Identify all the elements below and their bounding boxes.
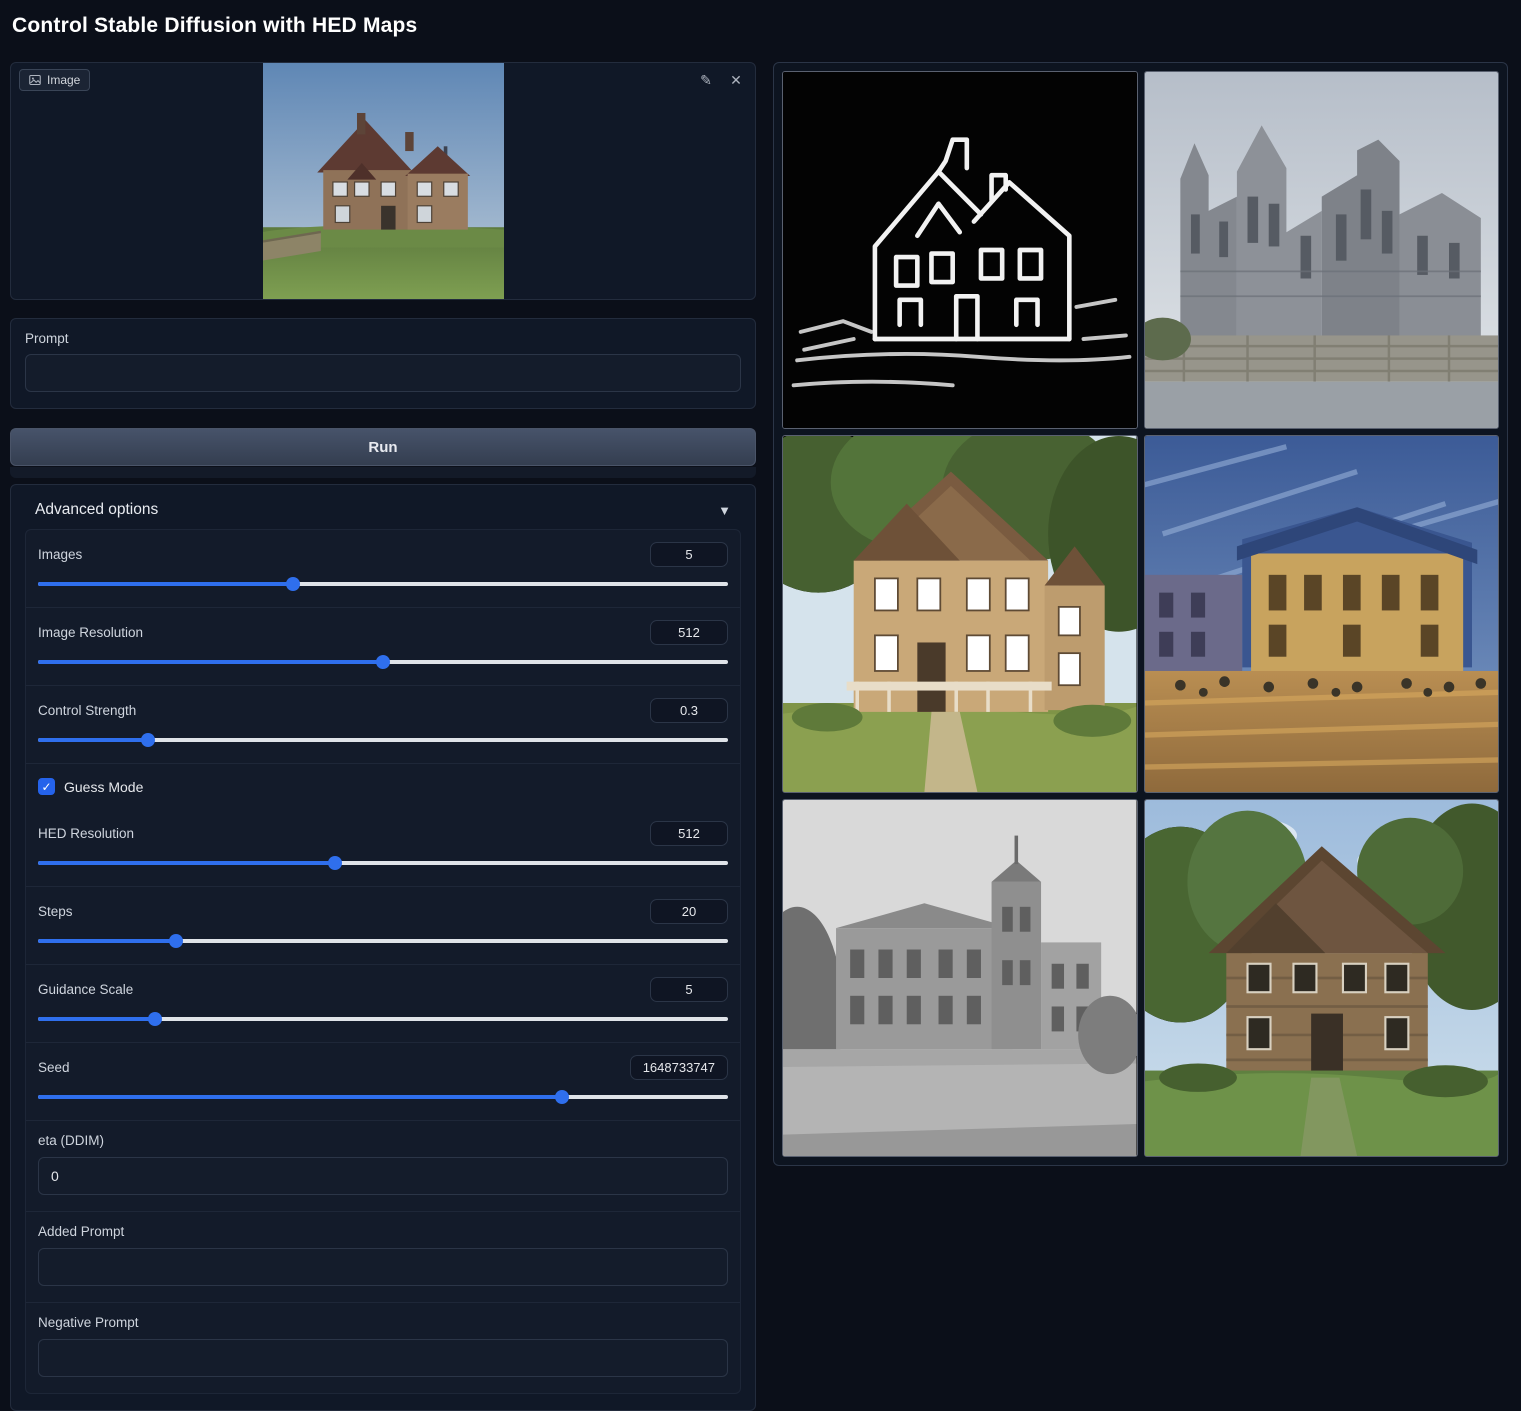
steps-value-input[interactable]: 20 [650,899,728,924]
eta-row: eta (DDIM) [26,1121,740,1212]
guidance-scale-slider-row: Guidance Scale 5 [26,965,740,1043]
gallery-item-rustic-house[interactable] [1144,799,1500,1157]
hed-resolution-slider[interactable] [38,856,728,870]
close-icon: ✕ [730,72,742,89]
edit-image-button[interactable]: ✎ [695,69,717,91]
hed-resolution-label: HED Resolution [38,826,134,841]
output-gallery [773,62,1508,1166]
negative-prompt-row: Negative Prompt [26,1303,740,1393]
added-prompt-input[interactable] [38,1248,728,1286]
images-slider[interactable] [38,577,728,591]
slider-thumb[interactable] [376,655,390,669]
slider-thumb[interactable] [555,1090,569,1104]
image-resolution-slider[interactable] [38,655,728,669]
prompt-label: Prompt [25,331,741,346]
eta-input[interactable] [38,1157,728,1195]
guess-mode-checkbox[interactable]: ✓ Guess Mode [26,764,740,809]
seed-value-input[interactable]: 1648733747 [630,1055,728,1080]
image-input-label-chip[interactable]: Image [19,69,90,91]
slider-thumb[interactable] [328,856,342,870]
image-resolution-value-input[interactable]: 512 [650,620,728,645]
hed-resolution-slider-row: HED Resolution 512 [26,809,740,887]
added-prompt-row: Added Prompt [26,1212,740,1303]
guess-mode-label: Guess Mode [64,779,143,795]
slider-thumb[interactable] [148,1012,162,1026]
image-resolution-label: Image Resolution [38,625,143,640]
image-resolution-slider-row: Image Resolution 512 [26,608,740,686]
chevron-down-icon: ▼ [718,503,731,518]
guidance-scale-label: Guidance Scale [38,982,133,997]
guidance-scale-slider[interactable] [38,1012,728,1026]
images-slider-row: Images 5 [26,530,740,608]
slider-thumb[interactable] [141,733,155,747]
seed-slider-row: Seed 1648733747 [26,1043,740,1121]
seed-slider[interactable] [38,1090,728,1104]
advanced-options-accordion: Advanced options ▼ Images 5 Image Resolu… [10,484,756,1411]
image-icon [29,74,41,86]
checkbox-icon: ✓ [38,778,55,795]
advanced-controls: Images 5 Image Resolution 512 Contro [25,529,741,1394]
cathedral-graphic [1145,72,1499,428]
run-button[interactable]: Run [10,428,756,466]
images-label: Images [38,547,82,562]
gallery-item-grayscale-building[interactable] [782,799,1138,1157]
negative-prompt-input[interactable] [38,1339,728,1377]
slider-thumb[interactable] [286,577,300,591]
image-input-component[interactable]: Image ✎ ✕ [10,62,756,300]
run-button-shadow [10,467,756,478]
prompt-block: Prompt [10,318,756,409]
negative-prompt-label: Negative Prompt [38,1315,728,1330]
slider-thumb[interactable] [169,934,183,948]
painterly-building-graphic [1145,436,1499,792]
steps-slider-row: Steps 20 [26,887,740,965]
eta-label: eta (DDIM) [38,1133,728,1148]
prompt-input[interactable] [25,354,741,392]
image-input-label: Image [47,73,80,87]
control-strength-slider-row: Control Strength 0.3 [26,686,740,764]
page-title: Control Stable Diffusion with HED Maps [12,14,417,38]
pencil-icon: ✎ [700,72,712,89]
grayscale-building-graphic [783,800,1137,1156]
run-button-label: Run [368,439,397,456]
rustic-house-graphic [1145,800,1499,1156]
guidance-scale-value-input[interactable]: 5 [650,977,728,1002]
gallery-item-victorian-house[interactable] [782,435,1138,793]
advanced-options-title: Advanced options [35,501,158,519]
images-value-input[interactable]: 5 [650,542,728,567]
added-prompt-label: Added Prompt [38,1224,728,1239]
control-strength-slider[interactable] [38,733,728,747]
steps-label: Steps [38,904,73,919]
seed-label: Seed [38,1060,70,1075]
victorian-house-graphic [783,436,1137,792]
control-strength-value-input[interactable]: 0.3 [650,698,728,723]
control-strength-label: Control Strength [38,703,136,718]
uploaded-house-photo[interactable] [263,63,504,300]
clear-image-button[interactable]: ✕ [725,69,747,91]
advanced-options-header[interactable]: Advanced options ▼ [25,497,741,529]
left-column: Image ✎ ✕ [10,62,756,1411]
house-photo-graphic [263,63,504,300]
gallery-item-painterly-building[interactable] [1144,435,1500,793]
gallery-item-hed-map[interactable] [782,71,1138,429]
steps-slider[interactable] [38,934,728,948]
gallery-item-cathedral[interactable] [1144,71,1500,429]
hed-edge-map-graphic [783,72,1137,428]
hed-resolution-value-input[interactable]: 512 [650,821,728,846]
